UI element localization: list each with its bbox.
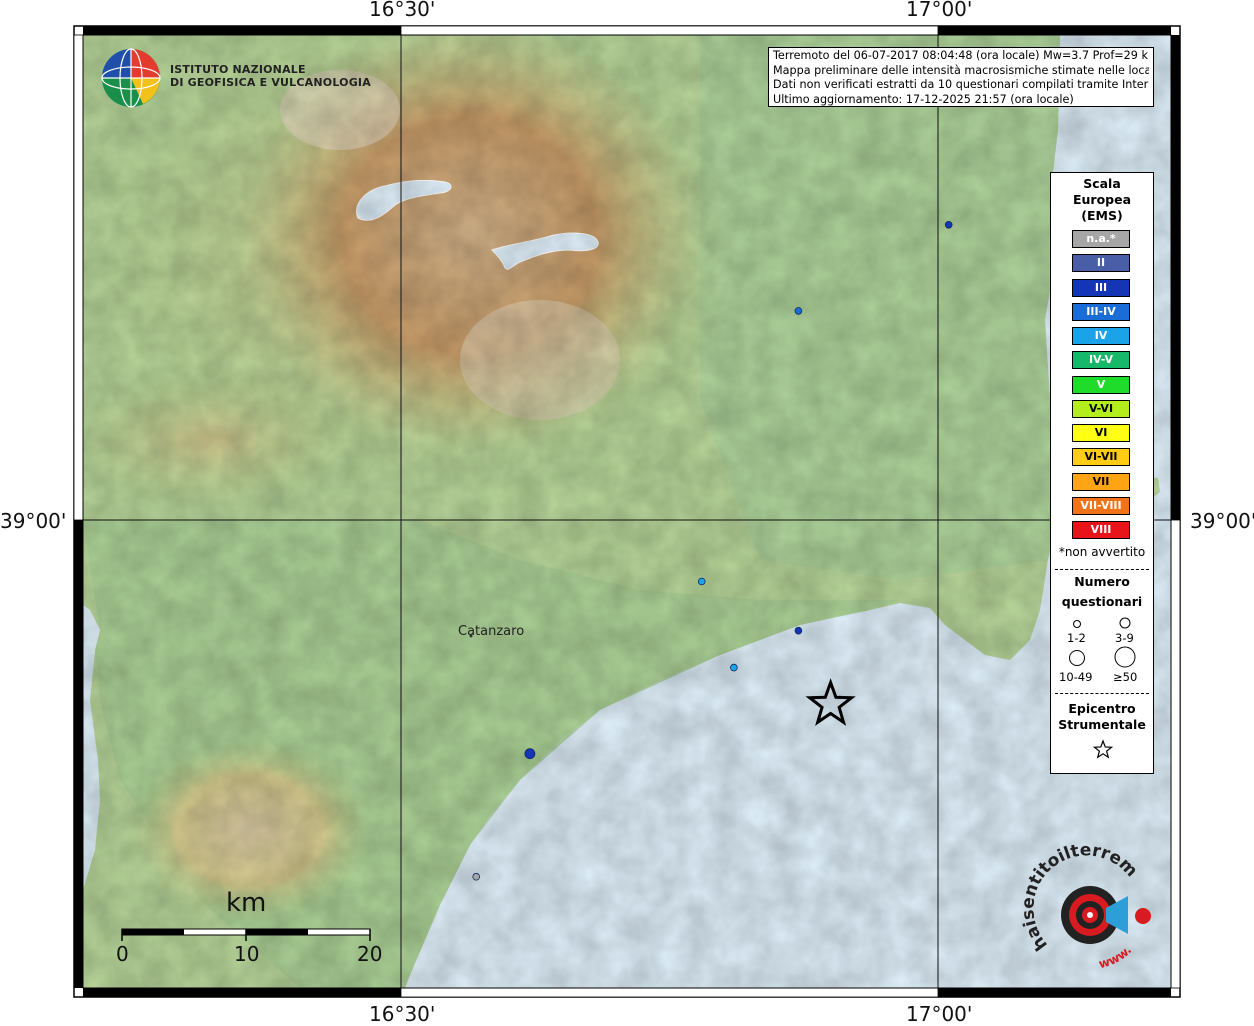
legend-swatch: III-IV [1072,302,1130,321]
scale-title: km [226,888,267,918]
legend-swatch: VI-VII [1072,448,1130,467]
legend-swatch: II [1072,254,1130,273]
info-line4: Ultimo aggiornamento: 17-12-2025 21:57 (… [773,92,1074,106]
legend: Scala Europea (EMS) n.a.* II III III-IV IV IV… [1050,172,1154,774]
event-info-box: Terremoto del 06-07-2017 08:04:48 (ora l… [768,47,1154,107]
info-line2: Mappa preliminare delle intensità macros… [773,63,1149,77]
intensity-point [794,307,803,315]
legend-note: *non avvertito [1058,545,1146,559]
info-line1: Terremoto del 06-07-2017 08:04:48 (ora l… [773,49,1149,62]
count-title-2: questionari [1061,594,1143,609]
legend-title-2: Europea [1072,192,1132,207]
legend-swatch: IV [1072,327,1130,345]
lon-label-bottom-left: 16°30' [369,1002,436,1026]
legend-swatch: VII [1072,472,1130,491]
ingv-line1: ISTITUTO NAZIONALE [170,63,306,76]
legend-title-1: Scala [1083,176,1121,191]
scale-tick-0: 0 [116,942,129,966]
epicenter-title-1: Epicentro [1068,701,1136,716]
info-line3: Dati non verificati estratti da 10 quest… [773,78,1149,92]
intensity-point [472,872,481,881]
lat-label-left: 39°00' [0,509,67,533]
epicenter-legend-icon [1092,739,1114,759]
terrain [83,35,1171,988]
intensity-point [697,577,706,586]
legend-swatch: VIII [1072,521,1130,539]
epicenter-title-2: Strumentale [1058,717,1146,732]
scale-tick-20: 20 [357,942,383,966]
lat-label-right: 39°00' [1190,509,1254,533]
city-label: Catanzaro [458,624,525,639]
intensity-point [730,663,738,672]
ingv-name: ISTITUTO NAZIONALE DI GEOFISICA E VULCAN… [170,63,371,89]
legend-swatch: n.a.* [1072,230,1130,248]
ingv-logo-icon [101,48,161,108]
legend-divider [1055,569,1149,570]
intensity-point [944,221,953,229]
count-title-1: Numero [1074,574,1130,589]
intensity-point [524,748,536,760]
legend-title-3: (EMS) [1081,208,1123,223]
legend-swatch: V-VI [1072,399,1130,418]
lon-label-top-left: 16°30' [369,0,436,21]
count-label-3: 10-49 [1059,670,1093,684]
lon-label-top-right: 17°00' [906,0,973,21]
legend-swatch: IV-V [1072,351,1130,370]
count-label-2: 3-9 [1115,631,1134,645]
intensity-point [794,626,803,635]
scale-tick-10: 10 [234,942,260,966]
legend-swatch: VII-VIII [1072,496,1130,515]
count-label-1: 1-2 [1067,631,1086,645]
legend-divider-2 [1055,693,1149,694]
legend-swatch: V [1072,375,1130,394]
ingv-line2: DI GEOFISICA E VULCANOLOGIA [170,76,371,89]
legend-swatch: III [1072,278,1130,297]
count-label-4: ≥50 [1113,670,1138,684]
lon-label-bottom-right: 17°00' [906,1002,973,1026]
legend-swatch: VI [1072,424,1130,442]
